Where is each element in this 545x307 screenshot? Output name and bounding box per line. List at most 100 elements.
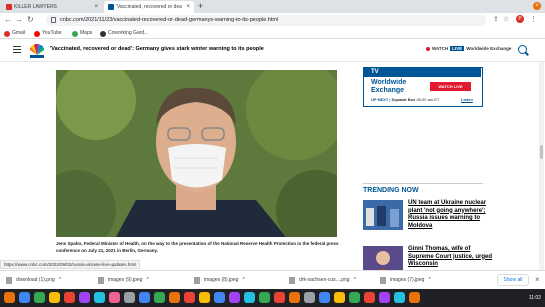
photo-caption: Jens Spahn, Federal Minister of Health, … — [56, 240, 346, 254]
taskbar-app-icon[interactable] — [394, 292, 405, 303]
file-icon — [98, 277, 104, 284]
article-photo[interactable] — [56, 70, 337, 237]
tab-killer-lawyers[interactable]: KILLER LAWYERS × — [2, 1, 102, 13]
tab-favicon — [108, 4, 114, 10]
chevron-up-icon[interactable]: ^ — [146, 277, 148, 283]
taskbar-app-icon[interactable] — [244, 292, 255, 303]
up-next-time: 06:00 am ET — [416, 97, 440, 102]
hamburger-menu-icon[interactable] — [13, 46, 21, 53]
taskbar-app-icon[interactable] — [379, 292, 390, 303]
page-scrollbar[interactable] — [539, 62, 544, 270]
bookmark-gmail[interactable]: Gmail — [4, 28, 25, 39]
tab-cnbc-article[interactable]: 'Vaccinated, recovered or dea × — [104, 1, 194, 13]
address-input[interactable]: cnbc.com/2021/11/23/vaccinated-recovered… — [46, 15, 486, 26]
taskbar: 11:02 — [0, 289, 545, 307]
cnbc-tv-logo: TV — [371, 69, 379, 75]
maps-icon — [72, 31, 78, 37]
chevron-up-icon[interactable]: ^ — [428, 277, 430, 283]
up-next-show: Squawk Box — [391, 97, 416, 102]
trending-item[interactable]: UN team at Ukraine nuclear plant 'not go… — [363, 200, 493, 232]
taskbar-app-icon[interactable] — [319, 292, 330, 303]
scrollbar-thumb[interactable] — [540, 145, 543, 159]
download-filename: images (8).jpeg — [204, 277, 239, 283]
taskbar-app-icon[interactable] — [94, 292, 105, 303]
show-title: Worldwide Exchange — [371, 79, 407, 94]
download-item[interactable]: download (1).png ^ — [4, 274, 61, 287]
bookmark-label: Maps — [80, 30, 93, 36]
channel-label: Worldwide Exchange — [466, 46, 512, 51]
taskbar-app-icon[interactable] — [79, 292, 90, 303]
chevron-up-icon[interactable]: ^ — [354, 277, 356, 283]
cnbc-peacock-logo[interactable] — [28, 43, 46, 58]
taskbar-app-icon[interactable] — [229, 292, 240, 303]
tv-promo-box: TV Worldwide Exchange WATCH LIVE UP NEXT… — [363, 67, 483, 107]
trending-now-heading: TRENDING NOW — [363, 183, 483, 194]
taskbar-app-icon[interactable] — [109, 292, 120, 303]
bookmark-coworking[interactable]: Coworking Gard... — [100, 28, 148, 39]
taskbar-app-icon[interactable] — [4, 292, 15, 303]
taskbar-app-icon[interactable] — [199, 292, 210, 303]
caption-text: Jens Spahn, Federal Minister of Health, … — [56, 241, 339, 253]
taskbar-app-icon[interactable] — [274, 292, 285, 303]
site-header: 'Vaccinated, recovered or dead': Germany… — [0, 40, 545, 62]
download-item[interactable]: drk-sachsen-cus....png ^ — [287, 274, 356, 287]
download-filename: images (7).jpeg — [390, 277, 425, 283]
download-item[interactable]: images (8).jpeg ^ — [192, 274, 245, 287]
tab-title: 'Vaccinated, recovered or dea — [116, 4, 182, 10]
bookmark-label: Coworking Gard... — [108, 30, 149, 36]
bookmark-youtube[interactable]: YouTube — [34, 28, 62, 39]
tab-title: KILLER LAWYERS — [14, 4, 57, 10]
watch-live-link[interactable]: WATCH LIVE Worldwide Exchange — [426, 46, 511, 51]
bookmark-label: YouTube — [42, 30, 62, 36]
taskbar-app-icon[interactable] — [304, 292, 315, 303]
downloads-bar: download (1).png ^ images (9).jpeg ^ image… — [0, 270, 545, 289]
forward-icon[interactable]: → — [15, 15, 23, 25]
taskbar-app-icon[interactable] — [124, 292, 135, 303]
trending-headline[interactable]: UN team at Ukraine nuclear plant 'not go… — [408, 200, 493, 230]
taskbar-app-icon[interactable] — [49, 292, 60, 303]
menu-icon[interactable]: ⋮ — [530, 15, 537, 23]
share-icon[interactable]: ⇪ — [493, 15, 499, 23]
download-filename: drk-sachsen-cus....png — [299, 277, 350, 283]
live-badge: LIVE — [450, 46, 465, 51]
taskbar-app-icon[interactable] — [334, 292, 345, 303]
new-tab-button[interactable]: + — [198, 0, 203, 12]
system-clock: 11:02 — [528, 295, 541, 301]
taskbar-app-icon[interactable] — [64, 292, 75, 303]
taskbar-app-icon[interactable] — [349, 292, 360, 303]
download-item[interactable]: images (7).jpeg ^ — [378, 274, 431, 287]
taskbar-app-icon[interactable] — [364, 292, 375, 303]
avatar[interactable]: P — [516, 15, 524, 23]
back-icon[interactable]: ← — [4, 15, 12, 25]
reload-icon[interactable]: ↻ — [27, 15, 34, 25]
file-icon — [380, 277, 386, 284]
listen-link[interactable]: Listen — [461, 97, 473, 102]
chevron-up-icon[interactable]: ^ — [242, 277, 244, 283]
bookmark-star-icon[interactable]: ☆ — [503, 15, 509, 23]
window-close-icon[interactable]: × — [533, 2, 541, 10]
trending-headline[interactable]: Ginni Thomas, wife of Supreme Court just… — [408, 246, 493, 269]
taskbar-app-icon[interactable] — [259, 292, 270, 303]
close-icon[interactable]: × — [535, 274, 540, 286]
taskbar-app-icon[interactable] — [289, 292, 300, 303]
page-headline: 'Vaccinated, recovered or dead': Germany… — [50, 46, 264, 52]
search-icon[interactable] — [518, 45, 527, 54]
bookmark-maps[interactable]: Maps — [72, 28, 92, 39]
taskbar-app-icon[interactable] — [169, 292, 180, 303]
taskbar-app-icon[interactable] — [139, 292, 150, 303]
close-icon[interactable]: × — [186, 1, 190, 13]
taskbar-app-icon[interactable] — [184, 292, 195, 303]
download-filename: images (9).jpeg — [108, 277, 143, 283]
taskbar-app-icon[interactable] — [19, 292, 30, 303]
watch-live-button[interactable]: WATCH LIVE — [430, 82, 471, 91]
close-icon[interactable]: × — [94, 1, 98, 13]
download-item[interactable]: images (9).jpeg ^ — [96, 274, 149, 287]
taskbar-app-icon[interactable] — [409, 292, 420, 303]
url-text: cnbc.com/2021/11/23/vaccinated-recovered… — [60, 17, 279, 23]
taskbar-app-icon[interactable] — [214, 292, 225, 303]
show-all-button[interactable]: Show all — [497, 274, 529, 286]
chevron-up-icon[interactable]: ^ — [59, 277, 61, 283]
taskbar-app-icon[interactable] — [34, 292, 45, 303]
taskbar-app-icon[interactable] — [154, 292, 165, 303]
tv-promo-header: TV — [364, 68, 481, 77]
